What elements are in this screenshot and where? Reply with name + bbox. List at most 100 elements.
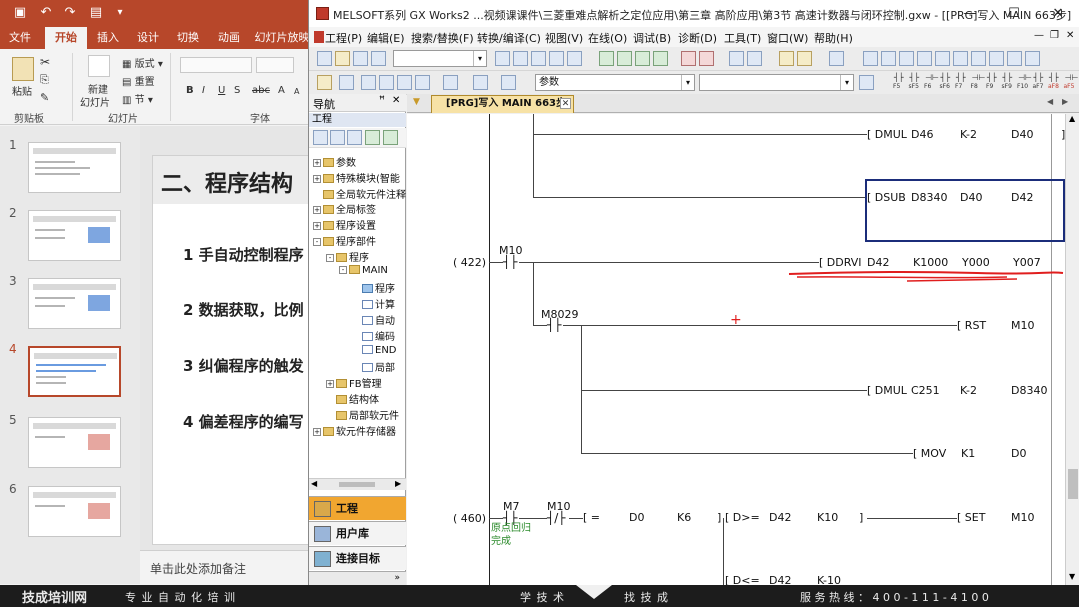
ladder-edit-icon-9[interactable]: [1007, 51, 1022, 66]
menu-view[interactable]: 视图(V): [545, 30, 583, 46]
slide-thumbnail-4[interactable]: [28, 346, 121, 397]
customize-quick-access-icon[interactable]: ▾: [112, 5, 128, 21]
menu-convert-compile[interactable]: 转换/编译(C): [477, 30, 541, 46]
tree-item[interactable]: 程序: [352, 280, 395, 295]
convert-all-icon[interactable]: [797, 51, 812, 66]
simulation-icon[interactable]: [829, 51, 844, 66]
bold-button[interactable]: B: [186, 85, 194, 96]
scroll-down-icon[interactable]: ▼: [1069, 572, 1075, 581]
find-device-icon[interactable]: [599, 51, 614, 66]
nav-paste-icon[interactable]: [347, 130, 362, 145]
editor-vertical-scrollbar[interactable]: ▲ ▼: [1065, 114, 1079, 585]
ladder-editor[interactable]: [ DMUL D46 K-2 D40 ] [ DSUB D8340 D40 D4…: [407, 114, 1065, 585]
nav-more-button[interactable]: »: [309, 571, 406, 585]
ladder-symbol-button[interactable]: sF5: [909, 83, 919, 90]
tree-item[interactable]: + FB管理: [326, 375, 382, 390]
open-project-icon[interactable]: [335, 51, 350, 66]
current-slide[interactable]: 二、程序结构 1 手自动控制程序 2 数据获取，比例 3 纠偏程序的触发 4 偏…: [152, 155, 318, 545]
paste-button[interactable]: 粘贴: [12, 83, 32, 98]
write-plc-icon[interactable]: [681, 51, 696, 66]
tab-animations[interactable]: 动画: [208, 27, 250, 49]
collapse-icon[interactable]: -: [326, 253, 334, 262]
tab-transitions[interactable]: 切换: [168, 27, 208, 49]
expand-icon[interactable]: +: [326, 380, 334, 389]
tab-insert[interactable]: 插入: [88, 27, 128, 49]
nav-copy-icon[interactable]: [330, 130, 345, 145]
dev-icon-3[interactable]: [415, 75, 430, 90]
redo-icon[interactable]: [567, 51, 582, 66]
menu-online[interactable]: 在线(O): [588, 30, 627, 46]
ladder-edit-icon-3[interactable]: [899, 51, 914, 66]
tree-item[interactable]: + 软元件存储器: [313, 423, 396, 438]
mdi-minimize-icon[interactable]: —: [1034, 30, 1044, 41]
compare-le[interactable]: [ D<=: [725, 574, 760, 585]
collapse-icon[interactable]: -: [313, 238, 321, 246]
tab-scroll-left-icon[interactable]: ◀: [1047, 97, 1053, 106]
nav-button-user-library[interactable]: 用户库: [309, 521, 406, 545]
instruction-rst[interactable]: [ RST: [957, 319, 986, 332]
undo-icon[interactable]: ↶: [38, 5, 54, 21]
format-painter-icon[interactable]: ✎: [40, 91, 49, 104]
tree-item[interactable]: + 全局标签: [313, 201, 376, 216]
menu-find-replace[interactable]: 搜索/替换(F): [411, 30, 474, 46]
ladder-symbol-button[interactable]: F6: [924, 83, 931, 90]
instruction-mov[interactable]: [ MOV: [913, 447, 946, 460]
ladder-symbol-button[interactable]: F5: [893, 83, 900, 90]
menu-help[interactable]: 帮助(H): [814, 30, 853, 46]
ladder-symbol-button[interactable]: F9: [986, 83, 993, 90]
slide-thumbnail-3[interactable]: [28, 278, 121, 329]
decrease-font-button[interactable]: A: [294, 87, 299, 96]
strikethrough-button[interactable]: abc: [252, 85, 270, 96]
slide-thumbnail-1[interactable]: [28, 142, 121, 193]
close-icon[interactable]: ✕: [392, 95, 400, 106]
redo-icon[interactable]: ↷: [62, 5, 78, 21]
ladder-edit-icon-5[interactable]: [935, 51, 950, 66]
expand-icon[interactable]: +: [313, 427, 321, 436]
tree-item[interactable]: - MAIN: [339, 264, 388, 276]
nav-button-connection[interactable]: 连接目标: [309, 546, 406, 570]
instruction-dmul-2[interactable]: [ DMUL: [867, 384, 907, 397]
read-plc-icon[interactable]: [699, 51, 714, 66]
paste-icon[interactable]: [531, 51, 546, 66]
project-window-icon[interactable]: [317, 75, 332, 90]
slide-thumbnail-6[interactable]: [28, 486, 121, 537]
ladder-symbol-button[interactable]: aF8: [1048, 83, 1059, 90]
monitor-start-icon[interactable]: [729, 51, 744, 66]
collapse-icon[interactable]: -: [339, 265, 347, 274]
copy-icon[interactable]: [513, 51, 528, 66]
new-slide-icon[interactable]: [88, 55, 110, 77]
menu-project[interactable]: 工程(P): [325, 30, 362, 46]
nav-property-icon[interactable]: [365, 130, 380, 145]
mdi-restore-icon[interactable]: ❐: [1050, 30, 1059, 41]
ladder-edit-icon-6[interactable]: [953, 51, 968, 66]
ladder-symbol-button[interactable]: aF7: [1033, 83, 1044, 90]
project-combo[interactable]: ▾: [393, 50, 487, 67]
secondary-combo[interactable]: ▾: [699, 74, 854, 91]
display-icon[interactable]: [859, 75, 874, 90]
slide-thumbnail-2[interactable]: [28, 210, 121, 261]
tab-design[interactable]: 设计: [128, 27, 168, 49]
tree-item[interactable]: 计算: [352, 296, 395, 311]
contact-nc[interactable]: ┤/├: [547, 511, 566, 525]
layout-button[interactable]: ▦ 版式 ▾: [122, 55, 163, 70]
mdi-close-icon[interactable]: ✕: [1066, 30, 1074, 41]
expand-icon[interactable]: +: [313, 206, 321, 215]
ladder-edit-icon-2[interactable]: [881, 51, 896, 66]
cross-reference-icon[interactable]: [635, 51, 650, 66]
contact-no[interactable]: ┤├: [547, 318, 561, 332]
cut-icon[interactable]: [495, 51, 510, 66]
ladder-symbol-button[interactable]: sF9: [1002, 83, 1012, 90]
tree-item[interactable]: 局部: [352, 359, 395, 374]
minimize-button[interactable]: —: [948, 0, 992, 27]
slide-thumbnail-5[interactable]: [28, 417, 121, 468]
editor-cursor[interactable]: [865, 179, 1065, 242]
reset-button[interactable]: ▤ 重置: [122, 73, 155, 88]
italic-button[interactable]: I: [202, 85, 205, 96]
scroll-thumb[interactable]: [1068, 469, 1078, 499]
tab-slideshow[interactable]: 幻灯片放映: [252, 27, 312, 49]
scroll-left-icon[interactable]: ◀: [311, 479, 317, 488]
tree-item[interactable]: + 程序设置: [313, 217, 376, 232]
undo-icon[interactable]: [549, 51, 564, 66]
help-icon[interactable]: [473, 75, 488, 90]
scroll-thumb[interactable]: [339, 482, 375, 487]
